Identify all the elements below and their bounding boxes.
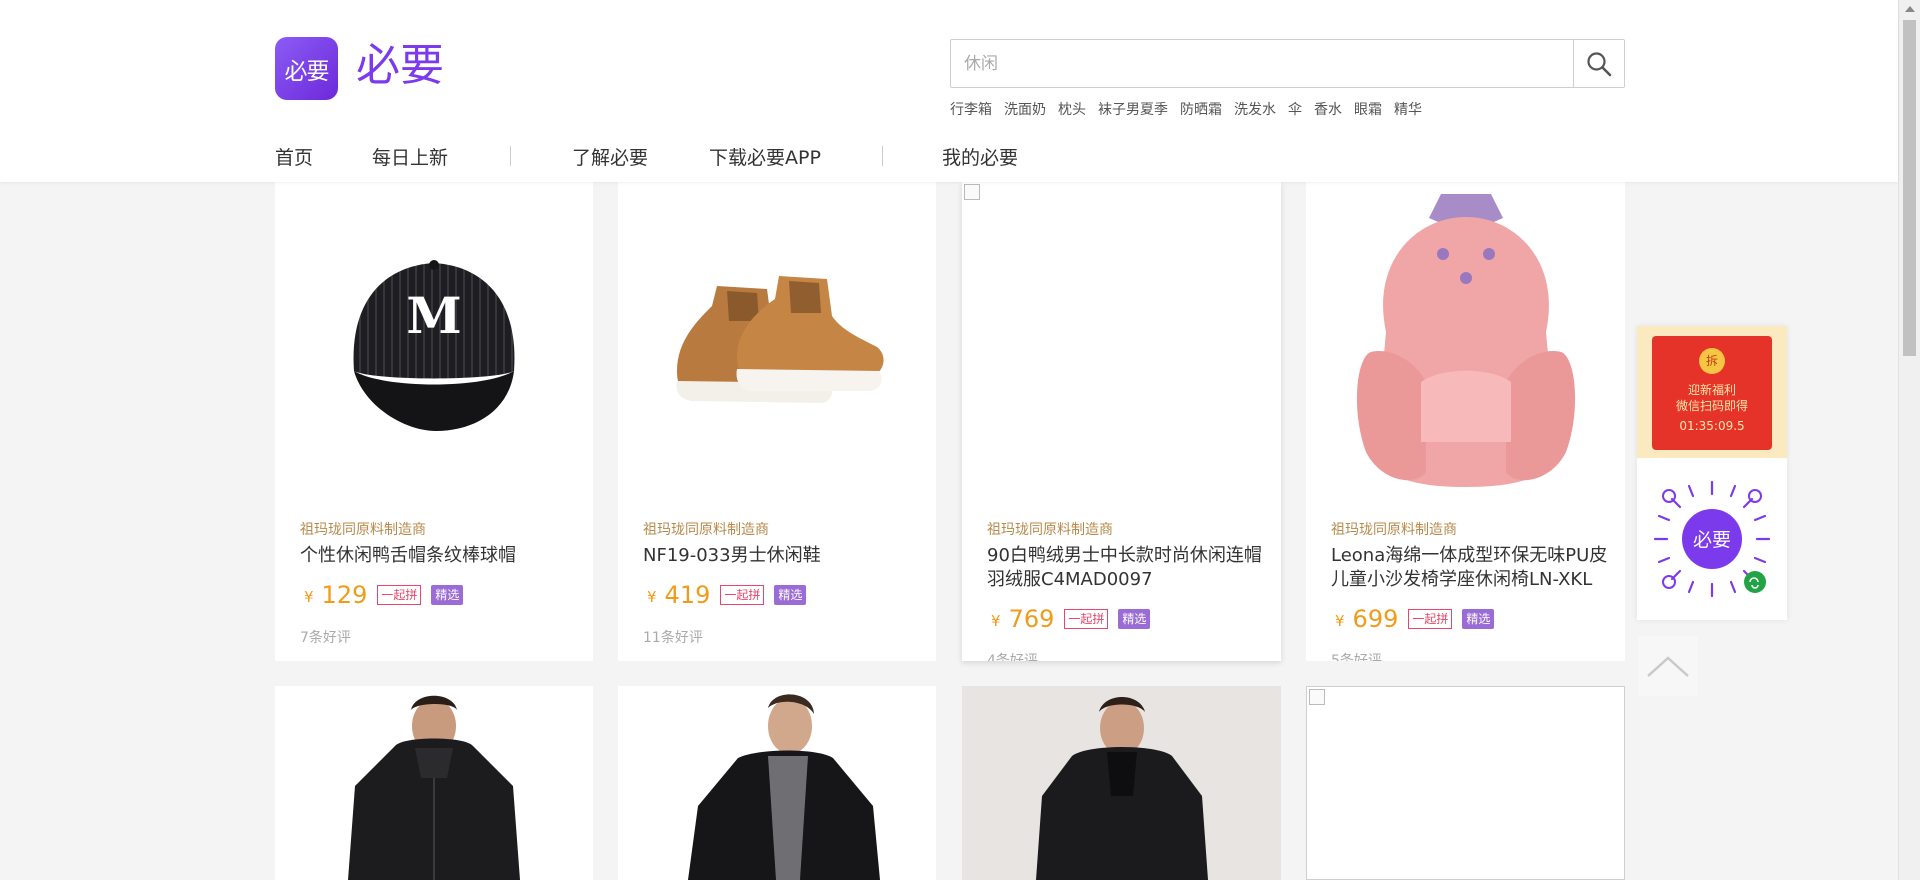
hot-word[interactable]: 防晒霜 bbox=[1180, 99, 1222, 119]
nav-about[interactable]: 了解必要 bbox=[572, 143, 648, 170]
logo-text[interactable]: 必要 bbox=[356, 38, 444, 94]
featured-tag: 精选 bbox=[431, 585, 464, 605]
review-count: 7条好评 bbox=[300, 630, 351, 646]
chelsea-boots-image bbox=[676, 276, 884, 403]
nav-home[interactable]: 首页 bbox=[275, 143, 313, 170]
price-row: ¥ 129 一起拼 精选 bbox=[304, 581, 464, 609]
product-card[interactable] bbox=[618, 686, 936, 880]
logo-icon[interactable]: 必要 bbox=[275, 37, 338, 100]
group-buy-tag: 一起拼 bbox=[1408, 609, 1453, 629]
qr-center-text: 必要 bbox=[1693, 529, 1731, 551]
hot-word[interactable]: 枕头 bbox=[1058, 99, 1086, 119]
promo-line2: 微信扫码即得 bbox=[1675, 399, 1748, 413]
nav-download-app[interactable]: 下载必要APP bbox=[709, 143, 821, 170]
product-maker: 祖玛珑同原料制造商 bbox=[300, 522, 426, 538]
search-box bbox=[950, 39, 1625, 88]
product-card[interactable] bbox=[1306, 686, 1625, 880]
nav-mine[interactable]: 我的必要 bbox=[942, 143, 1018, 170]
product-card[interactable]: M 祖玛珑同原料制造商 个性休闲鸭舌帽条纹棒球帽 ¥ 129 一起拼 精选 7条… bbox=[275, 182, 593, 661]
product-card[interactable] bbox=[275, 686, 593, 880]
broken-image-icon bbox=[964, 184, 980, 200]
price-row: ¥ 699 一起拼 精选 bbox=[1335, 605, 1495, 633]
promo-line1: 迎新福利 bbox=[1687, 383, 1736, 397]
man-coat-image bbox=[688, 694, 880, 880]
product-title[interactable]: 90白鸭绒男士中长款时尚休闲连帽羽绒服C4MAD0097 bbox=[987, 544, 1269, 592]
search-input[interactable] bbox=[951, 40, 1573, 87]
man-coat-image bbox=[348, 695, 520, 880]
group-buy-tag: 一起拼 bbox=[720, 585, 765, 605]
product-maker: 祖玛珑同原料制造商 bbox=[1331, 522, 1457, 538]
back-to-top-button[interactable] bbox=[1638, 636, 1698, 696]
group-buy-tag: 一起拼 bbox=[377, 585, 422, 605]
product-title[interactable]: NF19-033男士休闲鞋 bbox=[643, 544, 924, 568]
red-packet-coin-icon: 拆 bbox=[1699, 348, 1725, 374]
page-scrollbar[interactable] bbox=[1898, 0, 1920, 880]
hot-word[interactable]: 行李箱 bbox=[950, 99, 992, 119]
hot-word[interactable]: 袜子男夏季 bbox=[1098, 99, 1168, 119]
red-packet-promo[interactable]: 拆 迎新福利 微信扫码即得 01:35:09.5 bbox=[1637, 326, 1787, 458]
hot-word[interactable]: 伞 bbox=[1288, 99, 1302, 119]
baseball-cap-image: M bbox=[353, 260, 515, 431]
group-buy-tag: 一起拼 bbox=[1064, 609, 1109, 629]
hot-word[interactable]: 洗面奶 bbox=[1004, 99, 1046, 119]
featured-tag: 精选 bbox=[1462, 609, 1495, 629]
product-price: 129 bbox=[321, 581, 368, 609]
product-maker: 祖玛珑同原料制造商 bbox=[643, 522, 769, 538]
product-price: 699 bbox=[1352, 605, 1399, 633]
product-price: 769 bbox=[1008, 605, 1055, 633]
product-card[interactable] bbox=[962, 686, 1281, 880]
currency-symbol: ¥ bbox=[304, 588, 314, 606]
hot-search-words: 行李箱 洗面奶 枕头 袜子男夏季 防晒霜 洗发水 伞 香水 眼霜 精华 bbox=[950, 99, 1422, 119]
kids-sofa-chair-image bbox=[1356, 194, 1575, 487]
red-packet: 拆 迎新福利 微信扫码即得 01:35:09.5 bbox=[1652, 336, 1772, 450]
product-price: 419 bbox=[664, 581, 711, 609]
broken-image-icon bbox=[1309, 689, 1325, 705]
svg-text:M: M bbox=[406, 286, 461, 345]
product-card[interactable]: 祖玛珑同原料制造商 90白鸭绒男士中长款时尚休闲连帽羽绒服C4MAD0097 ¥… bbox=[962, 182, 1281, 661]
site-header: 必要 必要 行李箱 洗面奶 枕头 袜子男夏季 防晒霜 洗发水 伞 香水 眼霜 精… bbox=[0, 0, 1898, 182]
product-title[interactable]: 个性休闲鸭舌帽条纹棒球帽 bbox=[300, 544, 581, 568]
scroll-up-arrow-icon[interactable] bbox=[1905, 6, 1915, 12]
product-card[interactable]: 祖玛珑同原料制造商 NF19-033男士休闲鞋 ¥ 419 一起拼 精选 11条… bbox=[618, 182, 936, 661]
hot-word[interactable]: 眼霜 bbox=[1354, 99, 1382, 119]
review-count: 4条好评 bbox=[987, 653, 1038, 661]
product-image[interactable]: M bbox=[275, 182, 593, 500]
price-row: ¥ 419 一起拼 精选 bbox=[647, 581, 807, 609]
product-maker: 祖玛珑同原料制造商 bbox=[987, 522, 1113, 538]
chevron-up-icon bbox=[1647, 656, 1689, 677]
search-icon bbox=[1587, 51, 1612, 76]
hot-word[interactable]: 香水 bbox=[1314, 99, 1342, 119]
product-image[interactable] bbox=[962, 182, 1281, 500]
price-row: ¥ 769 一起拼 精选 bbox=[991, 605, 1151, 633]
man-coat-image bbox=[1036, 697, 1208, 880]
currency-symbol: ¥ bbox=[991, 612, 1001, 630]
promo-float-panel: 拆 迎新福利 微信扫码即得 01:35:09.5 必要 bbox=[1637, 326, 1787, 620]
currency-symbol: ¥ bbox=[647, 588, 657, 606]
product-title[interactable]: Leona海绵一体成型环保无味PU皮儿童小沙发椅学座休闲椅LN-XKL bbox=[1331, 544, 1613, 592]
search-button[interactable] bbox=[1573, 40, 1624, 87]
featured-tag: 精选 bbox=[774, 585, 807, 605]
product-card[interactable]: 祖玛珑同原料制造商 Leona海绵一体成型环保无味PU皮儿童小沙发椅学座休闲椅L… bbox=[1306, 182, 1625, 661]
review-count: 11条好评 bbox=[643, 630, 703, 646]
product-image[interactable] bbox=[1306, 182, 1625, 500]
promo-timer: 01:35:09.5 bbox=[1679, 419, 1745, 433]
review-count: 5条好评 bbox=[1331, 653, 1382, 661]
hot-word[interactable]: 精华 bbox=[1394, 99, 1422, 119]
main-nav: 首页 每日上新 了解必要 下载必要APP 我的必要 bbox=[275, 140, 1018, 172]
hot-word[interactable]: 洗发水 bbox=[1234, 99, 1276, 119]
featured-tag: 精选 bbox=[1118, 609, 1151, 629]
nav-divider bbox=[510, 146, 512, 166]
nav-daily-new[interactable]: 每日上新 bbox=[372, 143, 448, 170]
product-image[interactable] bbox=[618, 182, 936, 500]
nav-divider bbox=[881, 146, 883, 166]
qr-code-icon: 必要 bbox=[1653, 480, 1771, 598]
mini-program-qr[interactable]: 必要 bbox=[1637, 458, 1787, 620]
scroll-thumb[interactable] bbox=[1903, 20, 1916, 356]
currency-symbol: ¥ bbox=[1335, 612, 1345, 630]
